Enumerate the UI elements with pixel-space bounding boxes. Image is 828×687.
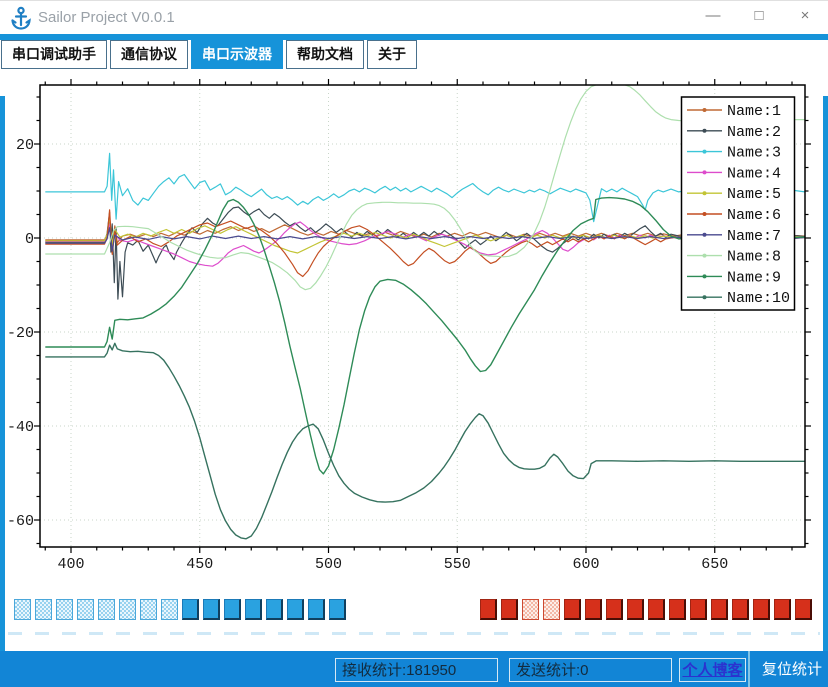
x-tick-label: 650 (701, 556, 728, 573)
recv-toggle-2[interactable] (35, 599, 52, 620)
tab-3[interactable]: 帮助文档 (286, 40, 364, 69)
recv-toggle-9[interactable] (182, 599, 199, 620)
x-tick-label: 550 (444, 556, 471, 573)
recv-toggle-3[interactable] (56, 599, 73, 620)
legend-label: Name:4 (727, 165, 781, 182)
send-channel-toggles (480, 599, 816, 622)
recv-toggle-16[interactable] (329, 599, 346, 620)
maximize-button[interactable]: □ (736, 1, 782, 34)
x-tick-label: 400 (57, 556, 84, 573)
y-tick-label: -20 (7, 325, 34, 342)
personal-blog-link[interactable]: 个人博客 (679, 658, 746, 682)
close-button[interactable]: × (782, 1, 828, 34)
legend-label: Name:1 (727, 103, 781, 120)
legend-label: Name:5 (727, 186, 781, 203)
send-toggle-12[interactable] (711, 599, 728, 620)
send-toggle-15[interactable] (774, 599, 791, 620)
legend-label: Name:9 (727, 269, 781, 286)
x-tick-label: 600 (572, 556, 599, 573)
send-toggle-3[interactable] (522, 599, 539, 620)
recv-toggle-8[interactable] (161, 599, 178, 620)
dashed-separator (8, 632, 820, 635)
send-toggle-6[interactable] (585, 599, 602, 620)
window-title: Sailor Project V0.0.1 (38, 1, 175, 34)
tab-2[interactable]: 串口示波器 (191, 40, 283, 69)
recv-toggle-15[interactable] (308, 599, 325, 620)
send-toggle-1[interactable] (480, 599, 497, 620)
legend-label: Name:8 (727, 249, 781, 266)
recv-toggle-11[interactable] (224, 599, 241, 620)
legend-label: Name:7 (727, 228, 781, 245)
recv-toggle-13[interactable] (266, 599, 283, 620)
title-bar[interactable]: Sailor Project V0.0.1 — □ × (0, 1, 828, 34)
legend-label: Name:2 (727, 124, 781, 141)
chart-legend: Name:1 Name:2 Name:3 Name:4 Name:5 Name:6 Name… (682, 97, 795, 310)
y-tick-label: 0 (25, 231, 34, 248)
recv-toggle-7[interactable] (140, 599, 157, 620)
tab-bar: 串口调试助手通信协议串口示波器帮助文档关于 (1, 40, 420, 69)
recv-toggle-12[interactable] (245, 599, 262, 620)
send-toggle-10[interactable] (669, 599, 686, 620)
y-tick-label: 20 (16, 137, 34, 154)
recv-toggle-4[interactable] (77, 599, 94, 620)
y-tick-label: -40 (7, 419, 34, 436)
send-toggle-8[interactable] (627, 599, 644, 620)
send-toggle-14[interactable] (753, 599, 770, 620)
recv-toggle-6[interactable] (119, 599, 136, 620)
x-tick-label: 500 (315, 556, 342, 573)
tab-1[interactable]: 通信协议 (110, 40, 188, 69)
receive-count-box: 接收统计:181950 (335, 658, 498, 682)
send-toggle-4[interactable] (543, 599, 560, 620)
send-count-box: 发送统计:0 (509, 658, 672, 682)
recv-toggle-10[interactable] (203, 599, 220, 620)
legend-label: Name:10 (727, 290, 790, 307)
recv-toggle-1[interactable] (14, 599, 31, 620)
send-toggle-5[interactable] (564, 599, 581, 620)
y-tick-label: -60 (7, 513, 34, 530)
send-toggle-2[interactable] (501, 599, 518, 620)
receive-channel-toggles (14, 599, 350, 622)
tab-0[interactable]: 串口调试助手 (1, 40, 107, 69)
x-tick-label: 450 (186, 556, 213, 573)
oscilloscope-chart: 400450500550600650200-20-40-60Name:1Name… (0, 69, 828, 599)
minimize-button[interactable]: — (690, 1, 736, 34)
recv-toggle-14[interactable] (287, 599, 304, 620)
send-toggle-16[interactable] (795, 599, 812, 620)
legend-label: Name:3 (727, 145, 781, 162)
anchor-icon (10, 6, 32, 30)
app-window: Sailor Project V0.0.1 — □ × 串口调试助手通信协议串口… (0, 0, 828, 687)
recv-toggle-5[interactable] (98, 599, 115, 620)
send-toggle-13[interactable] (732, 599, 749, 620)
send-toggle-9[interactable] (648, 599, 665, 620)
status-bar: 接收统计:181950 发送统计:0 个人博客 复位统计 (0, 651, 828, 687)
tab-4[interactable]: 关于 (367, 40, 417, 69)
reset-stats-button[interactable]: 复位统计 (748, 651, 828, 687)
send-toggle-11[interactable] (690, 599, 707, 620)
send-toggle-7[interactable] (606, 599, 623, 620)
legend-label: Name:6 (727, 207, 781, 224)
